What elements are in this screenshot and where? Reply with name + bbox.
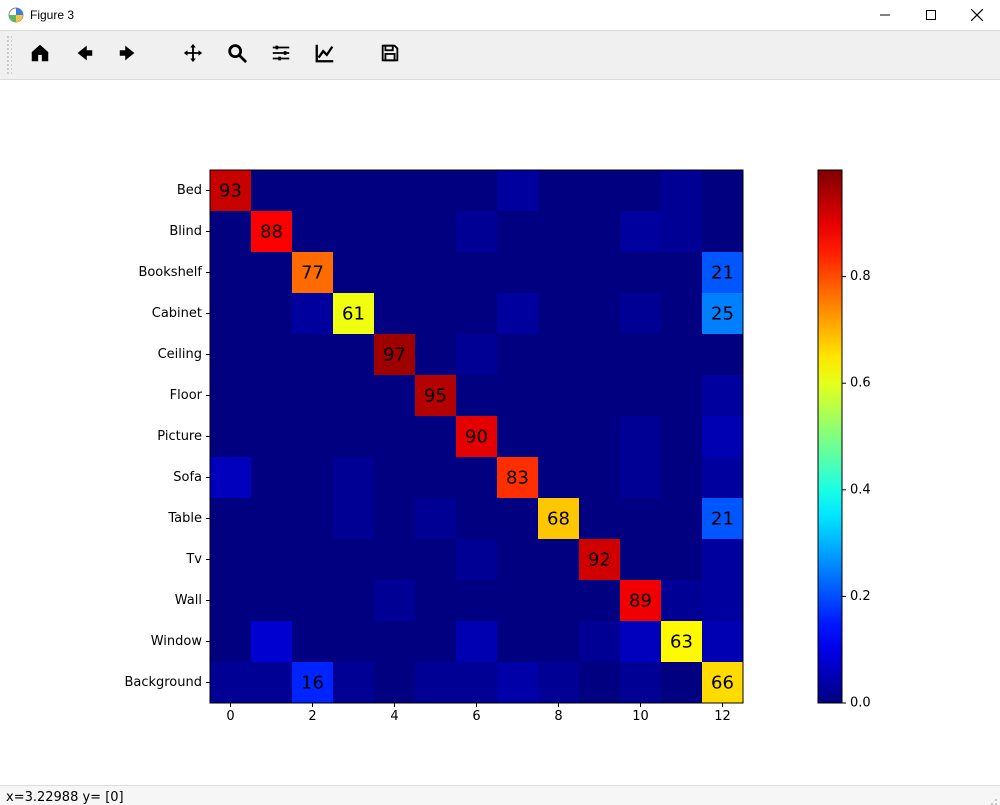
resize-grip-icon[interactable] [986, 794, 998, 805]
statusbar: x=3.22988 y= [0] [0, 785, 1000, 805]
colorbar-tick-label: 0.0 [850, 696, 871, 711]
y-tick-label: Bookshelf [138, 265, 202, 280]
pan-button[interactable] [173, 35, 213, 75]
heatmap-cell-value: 63 [670, 632, 693, 653]
y-tick-label: Cabinet [152, 306, 202, 321]
y-tick-label: Floor [170, 388, 203, 403]
x-tick-label: 8 [554, 709, 562, 724]
y-tick-label: Ceiling [158, 347, 202, 362]
x-tick-label: 0 [226, 709, 234, 724]
arrow-left-icon [73, 42, 95, 69]
home-button[interactable] [20, 35, 60, 75]
heatmap-cell-value: 83 [506, 468, 529, 489]
move-icon [182, 42, 204, 69]
arrow-right-icon [117, 42, 139, 69]
plot-canvas[interactable]: Bed Blind Bookshelf Cabinet Ceiling Floor Pict… [0, 80, 1000, 785]
back-button[interactable] [64, 35, 104, 75]
colorbar-tick-label: 0.6 [850, 376, 871, 391]
sliders-icon [270, 42, 292, 69]
heatmap-cell-value: 88 [260, 222, 283, 243]
forward-button[interactable] [108, 35, 148, 75]
heatmap-cell-value: 97 [383, 345, 406, 366]
save-icon [379, 42, 401, 69]
zoom-icon [226, 42, 248, 69]
heatmap-cell-value: 77 [301, 263, 324, 284]
x-tick-label: 10 [632, 709, 649, 724]
heatmap-cell-value: 89 [629, 591, 652, 612]
window-minimize-button[interactable] [862, 0, 908, 30]
cursor-coords: x=3.22988 y= [0] [6, 790, 124, 805]
save-button[interactable] [370, 35, 410, 75]
window-close-button[interactable] [954, 0, 1000, 30]
y-tick-label: Sofa [173, 470, 202, 485]
x-tick-label: 4 [390, 709, 398, 724]
app-icon [8, 7, 24, 23]
y-tick-label: Wall [175, 593, 202, 608]
heatmap-cell-value: 92 [588, 550, 611, 571]
zoom-button[interactable] [217, 35, 257, 75]
y-tick-label: Blind [169, 224, 202, 239]
matplotlib-toolbar [0, 31, 1000, 80]
y-tick-label: Picture [157, 429, 202, 444]
heatmap-plot: Bed Blind Bookshelf Cabinet Ceiling Floor Pict… [0, 80, 1000, 785]
heatmap-cell-value: 68 [547, 509, 570, 530]
y-tick-label: Bed [177, 183, 202, 198]
heatmap-cell-value: 21 [711, 509, 734, 530]
configure-subplots-button[interactable] [261, 35, 301, 75]
x-tick-label: 2 [308, 709, 316, 724]
colorbar-tick-label: 0.2 [850, 589, 871, 604]
toolbar-separator [357, 39, 358, 71]
window-title: Figure 3 [30, 8, 74, 22]
home-icon [29, 42, 51, 69]
heatmap-cell-value: 61 [342, 304, 365, 325]
colorbar-tick-label: 0.4 [850, 482, 871, 497]
window-titlebar: Figure 3 [0, 0, 1000, 31]
y-tick-label: Table [167, 511, 202, 526]
x-tick-label: 12 [714, 709, 731, 724]
heatmap-cell-value: 93 [219, 181, 242, 202]
heatmap-cell-value: 95 [424, 386, 447, 407]
heatmap-cell-value: 66 [711, 673, 734, 694]
y-tick-label: Tv [185, 552, 202, 567]
colorbar [818, 170, 842, 703]
chart-line-icon [314, 42, 336, 69]
y-tick-label: Window [151, 634, 203, 649]
heatmap-cell-value: 21 [711, 263, 734, 284]
heatmap-cell-value: 90 [465, 427, 488, 448]
colorbar-tick-label: 0.8 [850, 269, 871, 284]
toolbar-grip [6, 35, 12, 75]
toolbar-separator [160, 39, 161, 71]
x-tick-label: 6 [472, 709, 480, 724]
heatmap-cell-value: 25 [711, 304, 734, 325]
window-maximize-button[interactable] [908, 0, 954, 30]
y-tick-label: Background [124, 675, 202, 690]
edit-axes-button[interactable] [305, 35, 345, 75]
heatmap-cell-value: 16 [301, 673, 324, 694]
